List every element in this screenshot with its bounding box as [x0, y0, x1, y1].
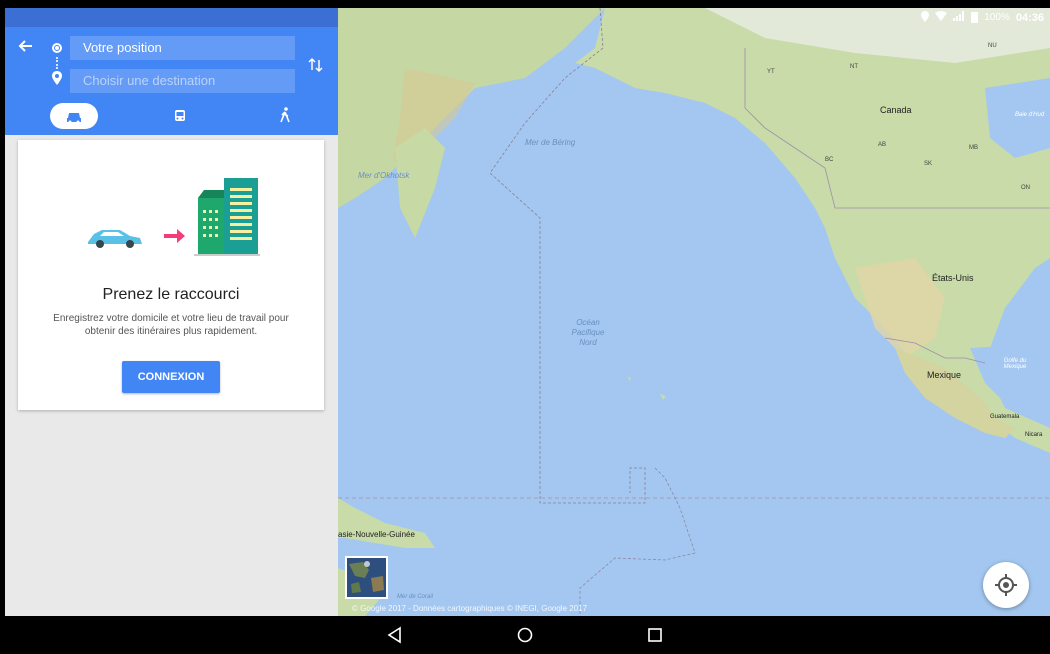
map-label-baie-hudson: Baie d'Hud	[1015, 112, 1045, 118]
connexion-button[interactable]: CONNEXION	[122, 361, 220, 393]
map-copyright: © Google 2017 - Données cartographiques …	[352, 604, 588, 613]
directions-header: Votre position Choisir une destination	[5, 27, 338, 135]
car-icon	[67, 113, 81, 124]
shortcut-card: Prenez le raccourci Enregistrez votre do…	[18, 140, 324, 410]
destination-input[interactable]: Choisir une destination	[70, 69, 295, 93]
walk-icon	[280, 107, 290, 123]
status-icons: 100% 04:36	[921, 10, 1044, 25]
card-description: Enregistrez votre domicile et votre lieu…	[53, 313, 289, 337]
battery-percent: 100%	[984, 12, 1010, 23]
signal-icon	[953, 11, 965, 24]
map-label-mexique: Mexique	[927, 370, 962, 380]
map-label-nu: NU	[988, 43, 997, 49]
map-label-canada: Canada	[880, 105, 912, 115]
satellite-thumbnail-icon	[347, 558, 386, 597]
my-location-icon	[995, 574, 1017, 596]
origin-input[interactable]: Votre position	[70, 36, 295, 60]
map-label-ocean: Océan Pacifique Nord	[571, 318, 605, 347]
clock: 04:36	[1015, 11, 1044, 24]
map-label-papouasie: asie-Nouvelle-Guinée	[338, 530, 415, 539]
transit-icon	[175, 110, 185, 121]
map-label-yt: YT	[767, 69, 775, 75]
status-bar: 100% 04:36	[5, 8, 1050, 27]
tab-walk[interactable]	[275, 103, 295, 129]
screen: Canada États-Unis Mexique Mer de Béring …	[5, 8, 1050, 616]
home-nav-button[interactable]	[516, 626, 534, 644]
my-location-button[interactable]	[983, 562, 1029, 608]
back-triangle-icon	[387, 626, 401, 644]
navigation-bar	[0, 616, 1050, 654]
map-label-nt: NT	[850, 64, 858, 70]
swap-directions-icon[interactable]	[308, 56, 324, 74]
directions-panel: Votre position Choisir une destination P…	[5, 8, 338, 616]
map-label-bc: BC	[825, 157, 834, 163]
map-label-mer-corail: Mer de Corail	[397, 594, 434, 600]
tab-transit[interactable]	[170, 103, 190, 129]
battery-icon	[971, 12, 979, 23]
map-label-mer-bering: Mer de Béring	[525, 138, 576, 147]
car-to-building-illustration	[84, 178, 264, 258]
card-title: Prenez le raccourci	[102, 286, 240, 303]
map-label-nicaragua: Nicara	[1025, 432, 1043, 438]
destination-pin-icon	[52, 71, 62, 85]
map-label-on: ON	[1021, 185, 1030, 191]
map-label-etats-unis: États-Unis	[932, 273, 974, 283]
home-circle-icon	[517, 627, 533, 643]
map-label-sk: SK	[924, 161, 933, 167]
wifi-icon	[935, 11, 948, 24]
map-label-golfe-mexique: Golfe du Mexique	[1003, 358, 1027, 370]
back-nav-button[interactable]	[386, 626, 404, 644]
map-label-ab: AB	[878, 142, 887, 148]
map-label-guatemala: Guatemala	[990, 414, 1020, 420]
route-dots-icon	[56, 57, 58, 69]
travel-mode-tabs	[5, 103, 338, 131]
recents-square-icon	[648, 628, 662, 642]
origin-dot-icon	[52, 43, 62, 53]
location-icon	[921, 10, 930, 25]
map-label-mer-okhotsk: Mer d'Okhotsk	[358, 171, 410, 180]
status-bar-panel-area	[5, 8, 338, 27]
tab-car[interactable]	[50, 103, 98, 129]
satellite-toggle-button[interactable]	[345, 556, 388, 599]
back-arrow-icon[interactable]	[16, 36, 36, 56]
recents-nav-button[interactable]	[646, 626, 664, 644]
map-label-mb: MB	[969, 145, 978, 151]
